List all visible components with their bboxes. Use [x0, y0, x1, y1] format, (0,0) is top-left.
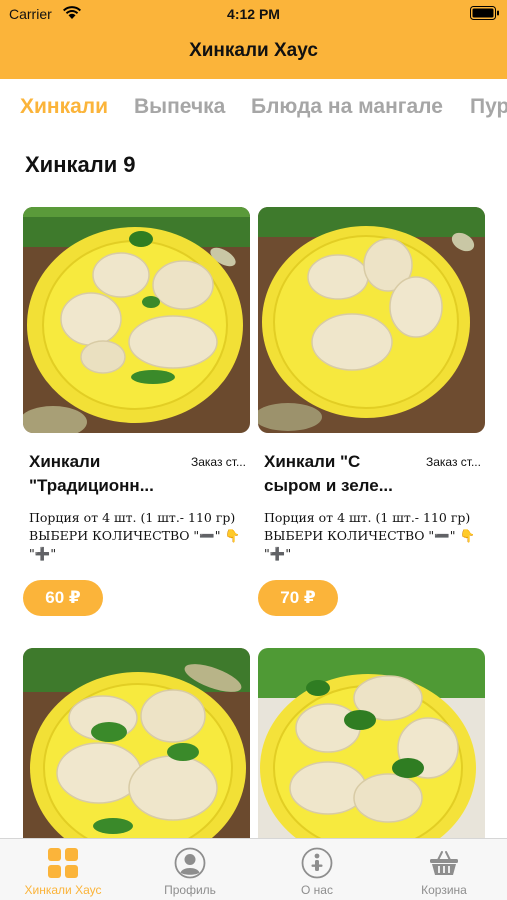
tabbar-item-profile[interactable]: Профиль: [127, 839, 253, 900]
tabbar-label: О нас: [301, 883, 333, 897]
pickup-label: Заказ ст...: [191, 455, 246, 469]
tab-khinkali[interactable]: Хинкали: [20, 95, 108, 119]
product-photo: [258, 207, 485, 433]
app-header: Carrier 4:12 PM Хинкали Хаус: [0, 0, 507, 79]
grid-icon: [48, 848, 78, 878]
product-name: Хинкали "Традиционн...: [29, 452, 154, 495]
product-card[interactable]: Хинкали "Традиционн... Заказ ст... Порци…: [23, 207, 250, 619]
tabbar-item-home[interactable]: Хинкали Хаус: [0, 839, 126, 900]
bottom-tab-bar: Хинкали Хаус Профиль О нас Корзина: [0, 838, 507, 900]
product-description: Порция от 4 шт. (1 шт.- 110 гр) ВЫБЕРИ К…: [29, 510, 241, 561]
status-bar: Carrier 4:12 PM: [0, 0, 507, 28]
tabbar-label: Корзина: [421, 883, 467, 897]
product-card[interactable]: [23, 648, 250, 838]
tab-grill[interactable]: Блюда на мангале: [251, 95, 443, 119]
section-count: 9: [123, 152, 136, 177]
tabbar-item-about[interactable]: О нас: [254, 839, 380, 900]
battery-icon: [470, 6, 499, 20]
product-description: Порция от 4 шт. (1 шт.- 110 гр) ВЫБЕРИ К…: [264, 510, 476, 561]
pickup-label: Заказ ст...: [426, 455, 481, 469]
product-name: Хинкали "С сыром и зеле...: [264, 452, 393, 495]
product-card[interactable]: Хинкали "С сыром и зеле... Заказ ст... П…: [258, 207, 485, 619]
tab-puree[interactable]: Пур: [470, 95, 507, 119]
product-photo: [23, 207, 250, 433]
price-button[interactable]: 60 ₽: [23, 580, 103, 616]
section-title: Хинкали 9: [25, 152, 135, 178]
section-title-label: Хинкали: [25, 152, 118, 177]
info-icon: [301, 847, 333, 879]
product-photo: [23, 648, 250, 838]
category-tabs: Хинкали Выпечка Блюда на мангале Пур: [0, 79, 507, 135]
tab-pastry[interactable]: Выпечка: [134, 95, 225, 119]
product-photo: [258, 648, 485, 838]
price-button[interactable]: 70 ₽: [258, 580, 338, 616]
basket-icon: [430, 851, 458, 875]
page-title: Хинкали Хаус: [189, 40, 318, 61]
tabbar-label: Профиль: [164, 883, 216, 897]
profile-icon: [174, 847, 206, 879]
status-time: 4:12 PM: [227, 6, 280, 22]
product-card[interactable]: [258, 648, 485, 838]
tabbar-item-cart[interactable]: Корзина: [381, 839, 507, 900]
tabbar-label: Хинкали Хаус: [24, 883, 102, 897]
